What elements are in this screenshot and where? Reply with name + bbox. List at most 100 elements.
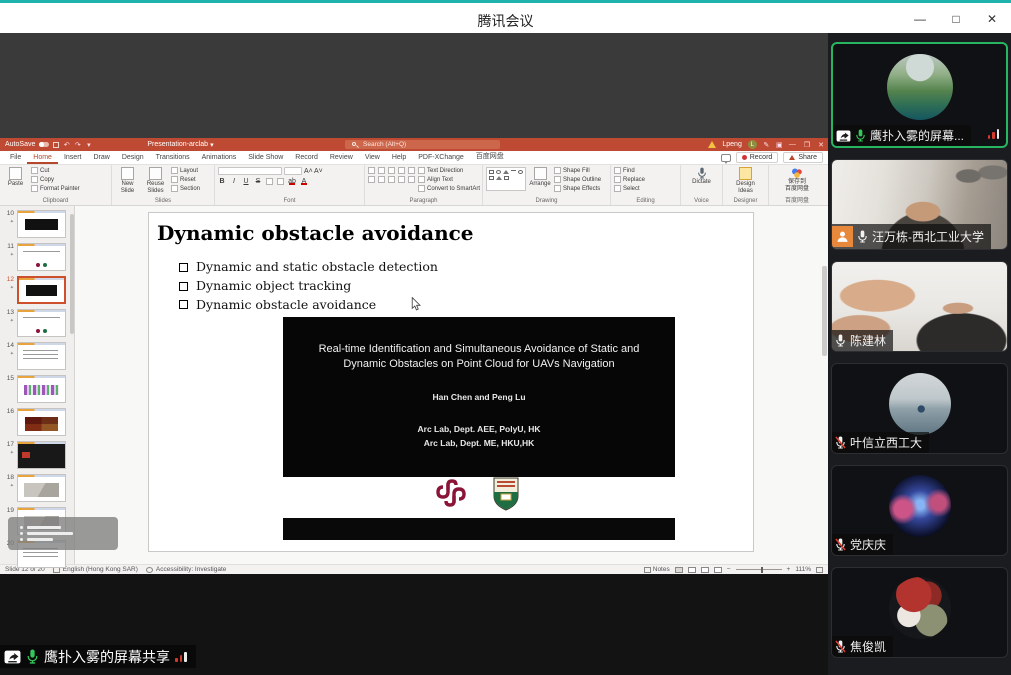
align-left-icon[interactable] xyxy=(368,176,375,183)
tab-insert[interactable]: Insert xyxy=(58,154,88,164)
section-button[interactable]: Section xyxy=(171,185,200,192)
close-button[interactable]: ✕ xyxy=(981,9,1003,29)
zoom-out-icon[interactable]: − xyxy=(727,566,731,573)
slide-canvas[interactable]: Dynamic obstacle avoidance Dynamic and s… xyxy=(148,212,754,552)
reading-view-icon[interactable] xyxy=(701,567,709,573)
zoom-slider[interactable] xyxy=(736,569,782,570)
comments-icon[interactable] xyxy=(721,154,731,162)
tab-baidu-netdisk[interactable]: 百度网盘 xyxy=(470,151,510,164)
redo-icon[interactable]: ↷ xyxy=(74,141,81,148)
callout-shape-icon[interactable] xyxy=(496,176,502,180)
share-button[interactable]: Share xyxy=(783,152,823,163)
dictate-button[interactable]: Dictate xyxy=(689,167,714,186)
floating-overlay-widget[interactable] xyxy=(8,517,118,550)
normal-view-icon[interactable] xyxy=(675,567,683,573)
reset-button[interactable]: Reset xyxy=(171,176,200,183)
line-spacing-icon[interactable] xyxy=(408,167,415,174)
participant-tile-sharer[interactable]: 鹰扑入雾的屏幕... xyxy=(831,42,1008,148)
highlight-color-button[interactable]: ab xyxy=(288,178,296,185)
font-color-button[interactable]: A xyxy=(300,178,308,185)
slide-editing-area[interactable]: Dynamic obstacle avoidance Dynamic and s… xyxy=(75,206,828,564)
new-slide-button[interactable]: New Slide xyxy=(115,167,140,195)
select-button[interactable]: Select xyxy=(614,185,645,192)
slide-thumbnail-panel[interactable]: 10 11 12 13 14 15 16 17 18 19 20 xyxy=(0,206,75,564)
thumbnail-slide-14[interactable]: 14 xyxy=(0,342,68,370)
tab-design[interactable]: Design xyxy=(116,154,150,164)
copy-button[interactable]: Copy xyxy=(31,176,80,183)
thumbnail-slide-16[interactable]: 16 xyxy=(0,408,68,436)
participant-tile[interactable]: 陈建林 xyxy=(831,261,1008,352)
format-painter-button[interactable]: Format Painter xyxy=(31,185,80,192)
convert-smartart-button[interactable]: Convert to SmartArt xyxy=(418,185,480,192)
shape-effects-button[interactable]: Shape Effects xyxy=(554,185,601,192)
undo-icon[interactable]: ↶ xyxy=(63,141,70,148)
oval-shape-icon[interactable] xyxy=(518,170,523,174)
thumbnail-slide-15[interactable]: 15 xyxy=(0,375,68,403)
layout-button[interactable]: Layout xyxy=(171,167,200,174)
line-shape-icon[interactable] xyxy=(511,170,516,171)
tab-view[interactable]: View xyxy=(359,154,386,164)
tab-slide-show[interactable]: Slide Show xyxy=(242,154,289,164)
columns-icon[interactable] xyxy=(408,176,415,183)
slideshow-view-icon[interactable] xyxy=(714,567,722,573)
slide-title[interactable]: Dynamic obstacle avoidance xyxy=(157,221,474,245)
underline-button[interactable]: U xyxy=(242,178,250,185)
tab-home[interactable]: Home xyxy=(27,154,58,164)
ellipse-shape-icon[interactable] xyxy=(496,170,501,174)
qat-dropdown-icon[interactable]: ▾ xyxy=(85,141,92,148)
bold-button[interactable]: B xyxy=(218,178,226,185)
arrow-shape-icon[interactable] xyxy=(489,176,494,180)
embedded-video-frame[interactable]: Real-time Identification and Simultaneou… xyxy=(283,317,675,477)
autosave-switch-icon[interactable] xyxy=(39,142,49,147)
zoom-percentage[interactable]: 111% xyxy=(795,566,811,573)
tab-help[interactable]: Help xyxy=(386,154,412,164)
participant-tile[interactable]: 叶信立西工大 xyxy=(831,363,1008,454)
increase-indent-icon[interactable] xyxy=(398,167,405,174)
tab-review[interactable]: Review xyxy=(324,154,359,164)
numbering-icon[interactable] xyxy=(378,167,385,174)
text-shadow-icon[interactable] xyxy=(266,178,273,185)
tab-animations[interactable]: Animations xyxy=(196,154,243,164)
pen-icon[interactable]: ✎ xyxy=(763,141,770,148)
tab-pdf-xchange[interactable]: PDF-XChange xyxy=(412,154,470,164)
strikethrough-button[interactable]: S xyxy=(254,178,262,185)
thumbnail-slide-13[interactable]: 13 xyxy=(0,309,68,337)
justify-icon[interactable] xyxy=(398,176,405,183)
save-icon[interactable] xyxy=(53,142,59,148)
thumbnail-slide-18[interactable]: 18 xyxy=(0,474,68,502)
arrange-button[interactable]: Arrange xyxy=(529,167,551,188)
record-button[interactable]: Record xyxy=(736,152,779,163)
replace-button[interactable]: Replace xyxy=(614,176,645,183)
fit-to-window-icon[interactable] xyxy=(816,567,823,573)
increase-font-icon[interactable]: A˄ xyxy=(304,168,312,175)
zoom-in-icon[interactable]: + xyxy=(787,566,791,573)
align-center-icon[interactable] xyxy=(378,176,385,183)
find-button[interactable]: Find xyxy=(614,167,645,174)
align-right-icon[interactable] xyxy=(388,176,395,183)
bullets-icon[interactable] xyxy=(368,167,375,174)
shapes-gallery[interactable] xyxy=(486,167,526,191)
notes-button[interactable]: Notes xyxy=(644,566,670,573)
reuse-slides-button[interactable]: Reuse Slides xyxy=(143,167,168,195)
decrease-indent-icon[interactable] xyxy=(388,167,395,174)
thumbnail-slide-11[interactable]: 11 xyxy=(0,243,68,271)
participant-tile[interactable]: 焦俊凯 xyxy=(831,567,1008,658)
participant-tile[interactable]: 党庆庆 xyxy=(831,465,1008,556)
shape-fill-button[interactable]: Shape Fill xyxy=(554,167,601,174)
thumbnail-slide-10[interactable]: 10 xyxy=(0,210,68,238)
font-size-select[interactable] xyxy=(284,167,302,175)
thumbnail-slide-17[interactable]: 17 xyxy=(0,441,68,469)
cut-button[interactable]: Cut xyxy=(31,167,80,174)
star-shape-icon[interactable] xyxy=(504,176,509,180)
text-direction-button[interactable]: Text Direction xyxy=(418,167,480,174)
italic-button[interactable]: I xyxy=(230,178,238,185)
participants-sidebar[interactable]: 鹰扑入雾的屏幕... 汪万栋-西北工业大学 陈建林 xyxy=(828,33,1011,675)
participant-tile[interactable]: 汪万栋-西北工业大学 xyxy=(831,159,1008,250)
decrease-font-icon[interactable]: A˅ xyxy=(314,168,322,175)
tab-record[interactable]: Record xyxy=(289,154,324,164)
canvas-scrollbar[interactable] xyxy=(822,266,827,356)
ppt-restore-button[interactable]: ❐ xyxy=(804,141,810,149)
font-name-select[interactable] xyxy=(218,167,282,175)
character-spacing-icon[interactable] xyxy=(277,178,284,185)
triangle-shape-icon[interactable] xyxy=(503,170,509,174)
